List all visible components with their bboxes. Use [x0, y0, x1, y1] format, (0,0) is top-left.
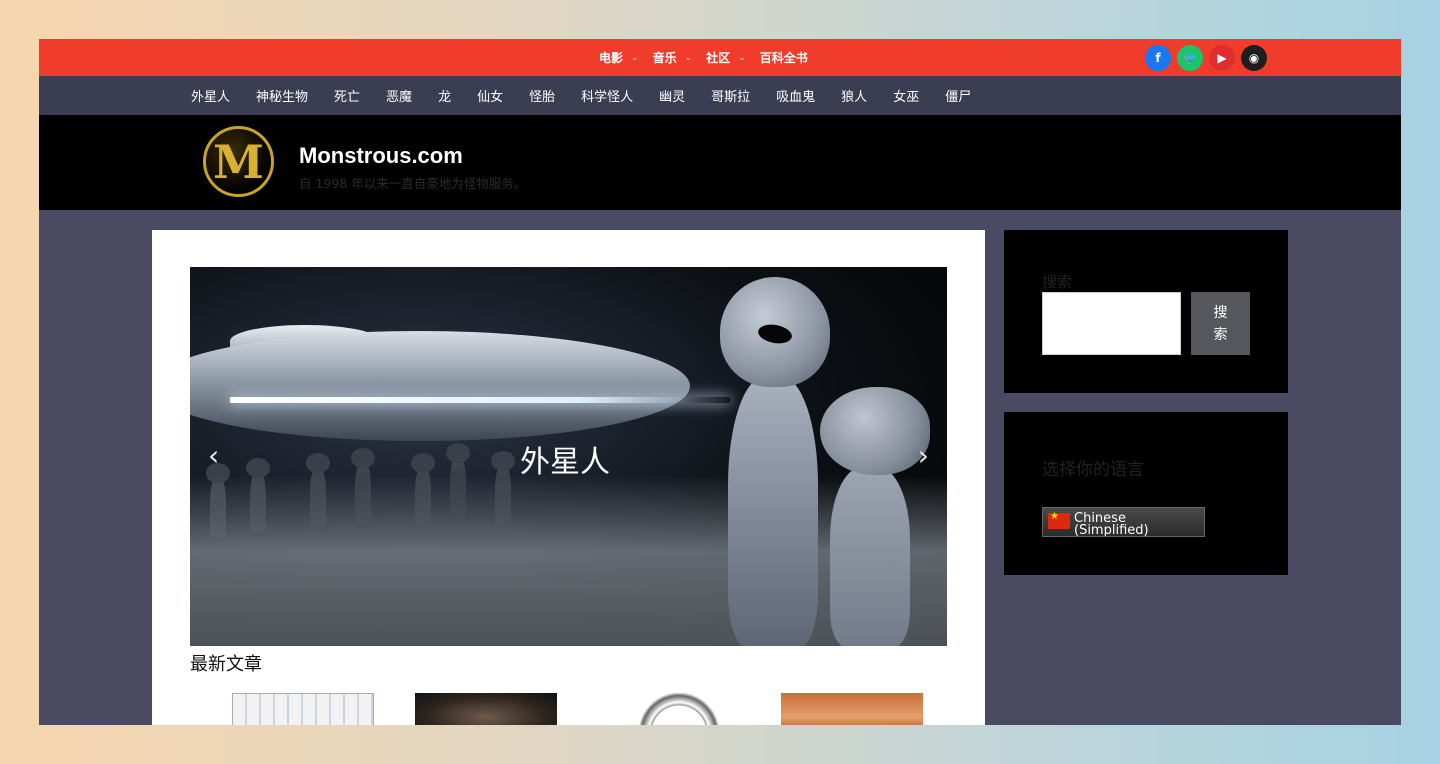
hero-slider[interactable]: ‹ 外星人 ›: [190, 267, 947, 646]
slider-next-icon[interactable]: ›: [918, 439, 929, 472]
category-nav: 外星人 神秘生物 死亡 恶魔 龙 仙女 怪胎 科学怪人 幽灵 哥斯拉 吸血鬼 狼…: [39, 76, 1401, 115]
language-select-value: Chinese (Simplified): [1074, 511, 1149, 537]
post-thumbnail[interactable]: [624, 693, 734, 725]
facebook-icon[interactable]: f: [1145, 45, 1171, 71]
chevron-down-icon: ⌄: [684, 52, 693, 63]
main-content: ‹ 外星人 › 最新文章: [152, 230, 985, 725]
top-menu: 电影 ⌄ 音乐 ⌄ 社区 ⌄ 百科全书: [599, 39, 822, 76]
site-title[interactable]: Monstrous.com: [299, 143, 526, 169]
category-ghosts[interactable]: 幽灵: [659, 86, 685, 105]
alien-body: [728, 377, 818, 646]
latest-posts-heading: 最新文章: [190, 654, 262, 675]
category-werewolves[interactable]: 狼人: [841, 86, 867, 105]
category-cryptids[interactable]: 神秘生物: [256, 86, 308, 105]
site-tagline: 自 1998 年以来一直自豪地为怪物服务。: [299, 176, 527, 191]
category-dragons[interactable]: 龙: [438, 86, 451, 105]
alien-head: [820, 387, 930, 475]
menu-item-label: 百科全书: [759, 51, 808, 65]
twitter-icon[interactable]: 🐦: [1177, 45, 1203, 71]
menu-item-movies[interactable]: 电影 ⌄: [599, 49, 639, 66]
youtube-icon[interactable]: ▶: [1209, 45, 1235, 71]
website: 电影 ⌄ 音乐 ⌄ 社区 ⌄ 百科全书 f 🐦 ▶ ◉ 外星人 神秘生物 死亡: [39, 39, 1401, 725]
alien-small-image: [820, 387, 930, 646]
discord-icon[interactable]: ◉: [1241, 45, 1267, 71]
category-death[interactable]: 死亡: [334, 86, 360, 105]
language-select[interactable]: Chinese (Simplified): [1042, 507, 1205, 537]
language-widget: 选择你的语言 Chinese (Simplified): [1004, 412, 1288, 575]
search-widget-title: 搜索: [1042, 273, 1073, 291]
ufo-lights: [230, 397, 730, 403]
category-demons[interactable]: 恶魔: [386, 86, 412, 105]
slider-prev-icon[interactable]: ‹: [208, 439, 219, 472]
site-branding: Monstrous.com 自 1998 年以来一直自豪地为怪物服务。: [299, 143, 526, 192]
top-bar: 电影 ⌄ 音乐 ⌄ 社区 ⌄ 百科全书 f 🐦 ▶ ◉: [39, 39, 1401, 76]
chevron-down-icon: ⌄: [738, 52, 746, 63]
menu-item-community[interactable]: 社区 ⌄: [706, 49, 746, 66]
menu-item-music[interactable]: 音乐 ⌄: [653, 49, 693, 66]
search-widget: 搜索 搜索: [1004, 230, 1288, 393]
site-header: M Monstrous.com 自 1998 年以来一直自豪地为怪物服务。: [39, 115, 1401, 210]
search-button-label: 搜索: [1213, 304, 1228, 343]
menu-item-label: 音乐: [652, 51, 677, 65]
post-thumbnail[interactable]: [415, 693, 557, 725]
ufo-image: [190, 331, 690, 441]
chevron-down-icon: ⌄: [631, 52, 639, 63]
category-vampires[interactable]: 吸血鬼: [776, 86, 815, 105]
alien-body: [830, 467, 910, 646]
search-button[interactable]: 搜索: [1191, 292, 1250, 355]
category-frankenstein[interactable]: 科学怪人: [581, 86, 633, 105]
category-aliens[interactable]: 外星人: [191, 86, 230, 105]
post-thumbnail[interactable]: [232, 693, 374, 725]
alien-large-image: [710, 277, 830, 646]
category-witches[interactable]: 女巫: [893, 86, 919, 105]
category-freaks[interactable]: 怪胎: [529, 86, 555, 105]
menu-item-encyclopedia[interactable]: 百科全书: [760, 49, 808, 66]
china-flag-icon: [1048, 511, 1070, 529]
slide-caption[interactable]: 外星人: [520, 437, 610, 481]
category-godzilla[interactable]: 哥斯拉: [711, 86, 750, 105]
menu-item-label: 社区: [706, 51, 731, 65]
category-fairies[interactable]: 仙女: [477, 86, 503, 105]
language-widget-title: 选择你的语言: [1042, 460, 1144, 480]
site-logo[interactable]: M: [203, 126, 274, 197]
social-links: f 🐦 ▶ ◉: [1145, 45, 1267, 71]
search-input[interactable]: [1042, 292, 1181, 355]
category-zombies[interactable]: 僵尸: [945, 86, 971, 105]
post-thumbnail[interactable]: [781, 693, 923, 725]
menu-item-label: 电影: [599, 51, 624, 65]
